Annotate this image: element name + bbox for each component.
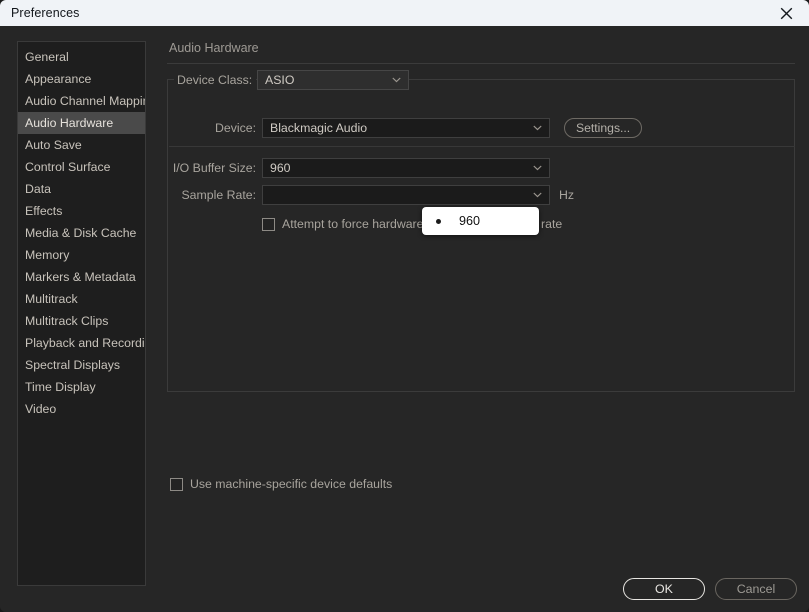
device-label: Device:	[214, 121, 256, 135]
sidebar-item-auto-save[interactable]: Auto Save	[18, 134, 145, 156]
io-buffer-size-value: 960	[270, 161, 291, 175]
io-buffer-size-label: I/O Buffer Size:	[172, 161, 256, 175]
device-class-label: Device Class:	[177, 73, 253, 87]
sample-rate-unit: Hz	[559, 188, 575, 202]
audio-hardware-panel: Audio Hardware Device Class: ASIO Device…	[167, 41, 795, 586]
dialog-body: General Appearance Audio Channel Mapping…	[0, 26, 809, 612]
category-list[interactable]: General Appearance Audio Channel Mapping…	[17, 41, 146, 586]
chevron-down-icon	[392, 71, 401, 89]
cancel-button[interactable]: Cancel	[715, 578, 797, 600]
sidebar-item-markers-metadata[interactable]: Markers & Metadata	[18, 266, 145, 288]
machine-defaults-row[interactable]: Use machine-specific device defaults	[170, 477, 392, 491]
chevron-down-icon	[533, 119, 542, 137]
sidebar-item-media-disk-cache[interactable]: Media & Disk Cache	[18, 222, 145, 244]
ok-button[interactable]: OK	[623, 578, 705, 600]
force-sample-rate-checkbox[interactable]	[262, 217, 275, 231]
dropdown-option-960[interactable]: 960	[459, 214, 480, 228]
sample-rate-row: Sample Rate: Hz	[168, 185, 794, 205]
preferences-dialog: Preferences General Appearance Audio Cha…	[0, 0, 809, 612]
sample-rate-label: Sample Rate:	[181, 188, 256, 202]
chevron-down-icon	[533, 186, 542, 204]
sidebar-item-playback-and-recording[interactable]: Playback and Recording	[18, 332, 145, 354]
window-title: Preferences	[11, 6, 80, 20]
machine-defaults-checkbox[interactable]	[170, 477, 183, 491]
sidebar-item-time-display[interactable]: Time Display	[18, 376, 145, 398]
sidebar-item-general[interactable]: General	[18, 46, 145, 68]
device-value: Blackmagic Audio	[270, 121, 368, 135]
sidebar-item-audio-channel-mapping[interactable]: Audio Channel Mapping	[18, 90, 145, 112]
sidebar-item-multitrack-clips[interactable]: Multitrack Clips	[18, 310, 145, 332]
sidebar-item-multitrack[interactable]: Multitrack	[18, 288, 145, 310]
close-icon[interactable]	[764, 0, 809, 26]
device-class-select[interactable]: ASIO	[257, 70, 409, 90]
sidebar-item-appearance[interactable]: Appearance	[18, 68, 145, 90]
device-settings-button[interactable]: Settings...	[564, 118, 643, 138]
sidebar-item-spectral-displays[interactable]: Spectral Displays	[18, 354, 145, 376]
dialog-footer: OK Cancel	[0, 578, 809, 612]
device-settings-group: Device Class: ASIO Device: Blackmagic Au…	[167, 70, 795, 392]
device-class-value: ASIO	[265, 73, 295, 87]
sidebar-item-audio-hardware[interactable]: Audio Hardware	[18, 112, 145, 134]
title-bar: Preferences	[0, 0, 809, 26]
sidebar-item-data[interactable]: Data	[18, 178, 145, 200]
chevron-down-icon	[533, 159, 542, 177]
sidebar-item-video[interactable]: Video	[18, 398, 145, 420]
selected-option-bullet-icon	[436, 218, 441, 224]
device-class-row: Device Class:	[174, 72, 257, 88]
io-buffer-size-select[interactable]: 960	[262, 158, 550, 178]
page-title: Audio Hardware	[169, 41, 259, 55]
io-buffer-size-dropdown-popup[interactable]: 960	[422, 207, 539, 235]
sidebar-item-memory[interactable]: Memory	[18, 244, 145, 266]
device-select[interactable]: Blackmagic Audio	[262, 118, 550, 138]
io-buffer-size-row: I/O Buffer Size: 960	[168, 158, 794, 178]
group-divider	[169, 146, 795, 147]
heading-divider	[167, 63, 795, 64]
sample-rate-select[interactable]	[262, 185, 550, 205]
device-row: Device: Blackmagic Audio Settings...	[168, 118, 794, 138]
sidebar-item-control-surface[interactable]: Control Surface	[18, 156, 145, 178]
sidebar-item-effects[interactable]: Effects	[18, 200, 145, 222]
machine-defaults-label: Use machine-specific device defaults	[190, 477, 393, 491]
